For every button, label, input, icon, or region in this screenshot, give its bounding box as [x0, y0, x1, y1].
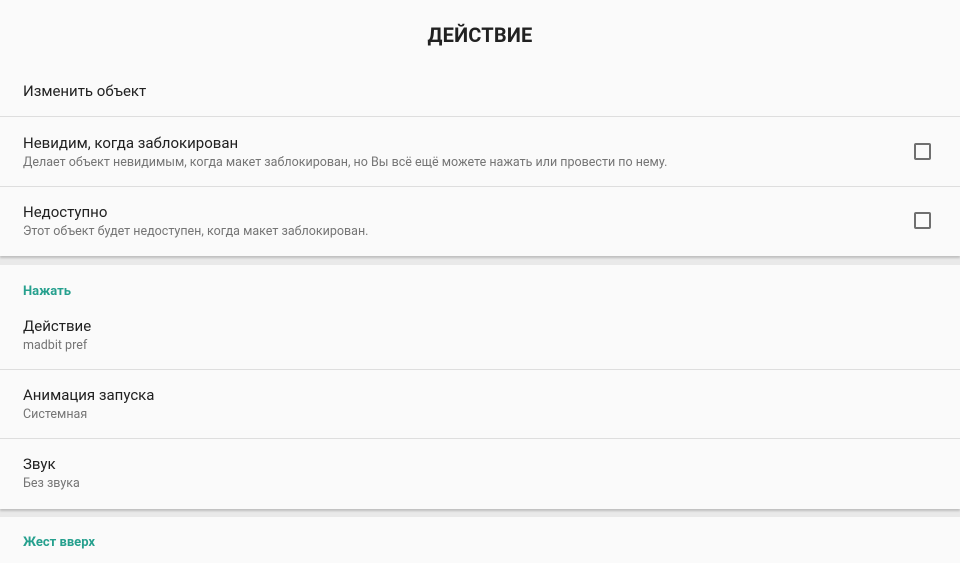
edit-object-title: Изменить объект	[23, 82, 147, 100]
sound-title: Звук	[23, 455, 56, 473]
invisible-when-locked-title: Невидим, когда заблокирован	[23, 134, 239, 152]
swipe-up-category-header: Жест вверх	[23, 535, 96, 550]
unavailable-item[interactable]: Недоступно Этот объект будет недоступен,…	[0, 187, 960, 256]
action-item[interactable]: Действие madbit pref	[0, 305, 960, 369]
swipe-up-settings-card: Жест вверх	[0, 517, 960, 563]
tap-settings-card: Нажать Действие madbit pref Анимация зап…	[0, 265, 960, 509]
action-subtitle: madbit pref	[23, 338, 88, 353]
object-settings-card: Изменить объект Невидим, когда заблокиро…	[0, 68, 960, 256]
edit-object-item[interactable]: Изменить объект	[0, 68, 960, 116]
unavailable-subtitle: Этот объект будет недоступен, когда маке…	[23, 224, 369, 239]
page-title: ДЕЙСТВИЕ	[427, 23, 533, 47]
action-title: Действие	[23, 317, 92, 335]
launch-animation-item[interactable]: Анимация запуска Системная	[0, 370, 960, 438]
launch-animation-subtitle: Системная	[23, 407, 88, 422]
invisible-when-locked-subtitle: Делает объект невидимым, когда макет заб…	[23, 155, 668, 170]
tap-category-header: Нажать	[23, 284, 72, 299]
app-header: ДЕЙСТВИЕ	[0, 0, 960, 68]
invisible-when-locked-checkbox[interactable]	[914, 143, 931, 160]
unavailable-title: Недоступно	[23, 203, 108, 221]
sound-subtitle: Без звука	[23, 476, 80, 491]
unavailable-checkbox[interactable]	[914, 212, 931, 229]
sound-item[interactable]: Звук Без звука	[0, 439, 960, 509]
invisible-when-locked-item[interactable]: Невидим, когда заблокирован Делает объек…	[0, 117, 960, 186]
launch-animation-title: Анимация запуска	[23, 386, 155, 404]
